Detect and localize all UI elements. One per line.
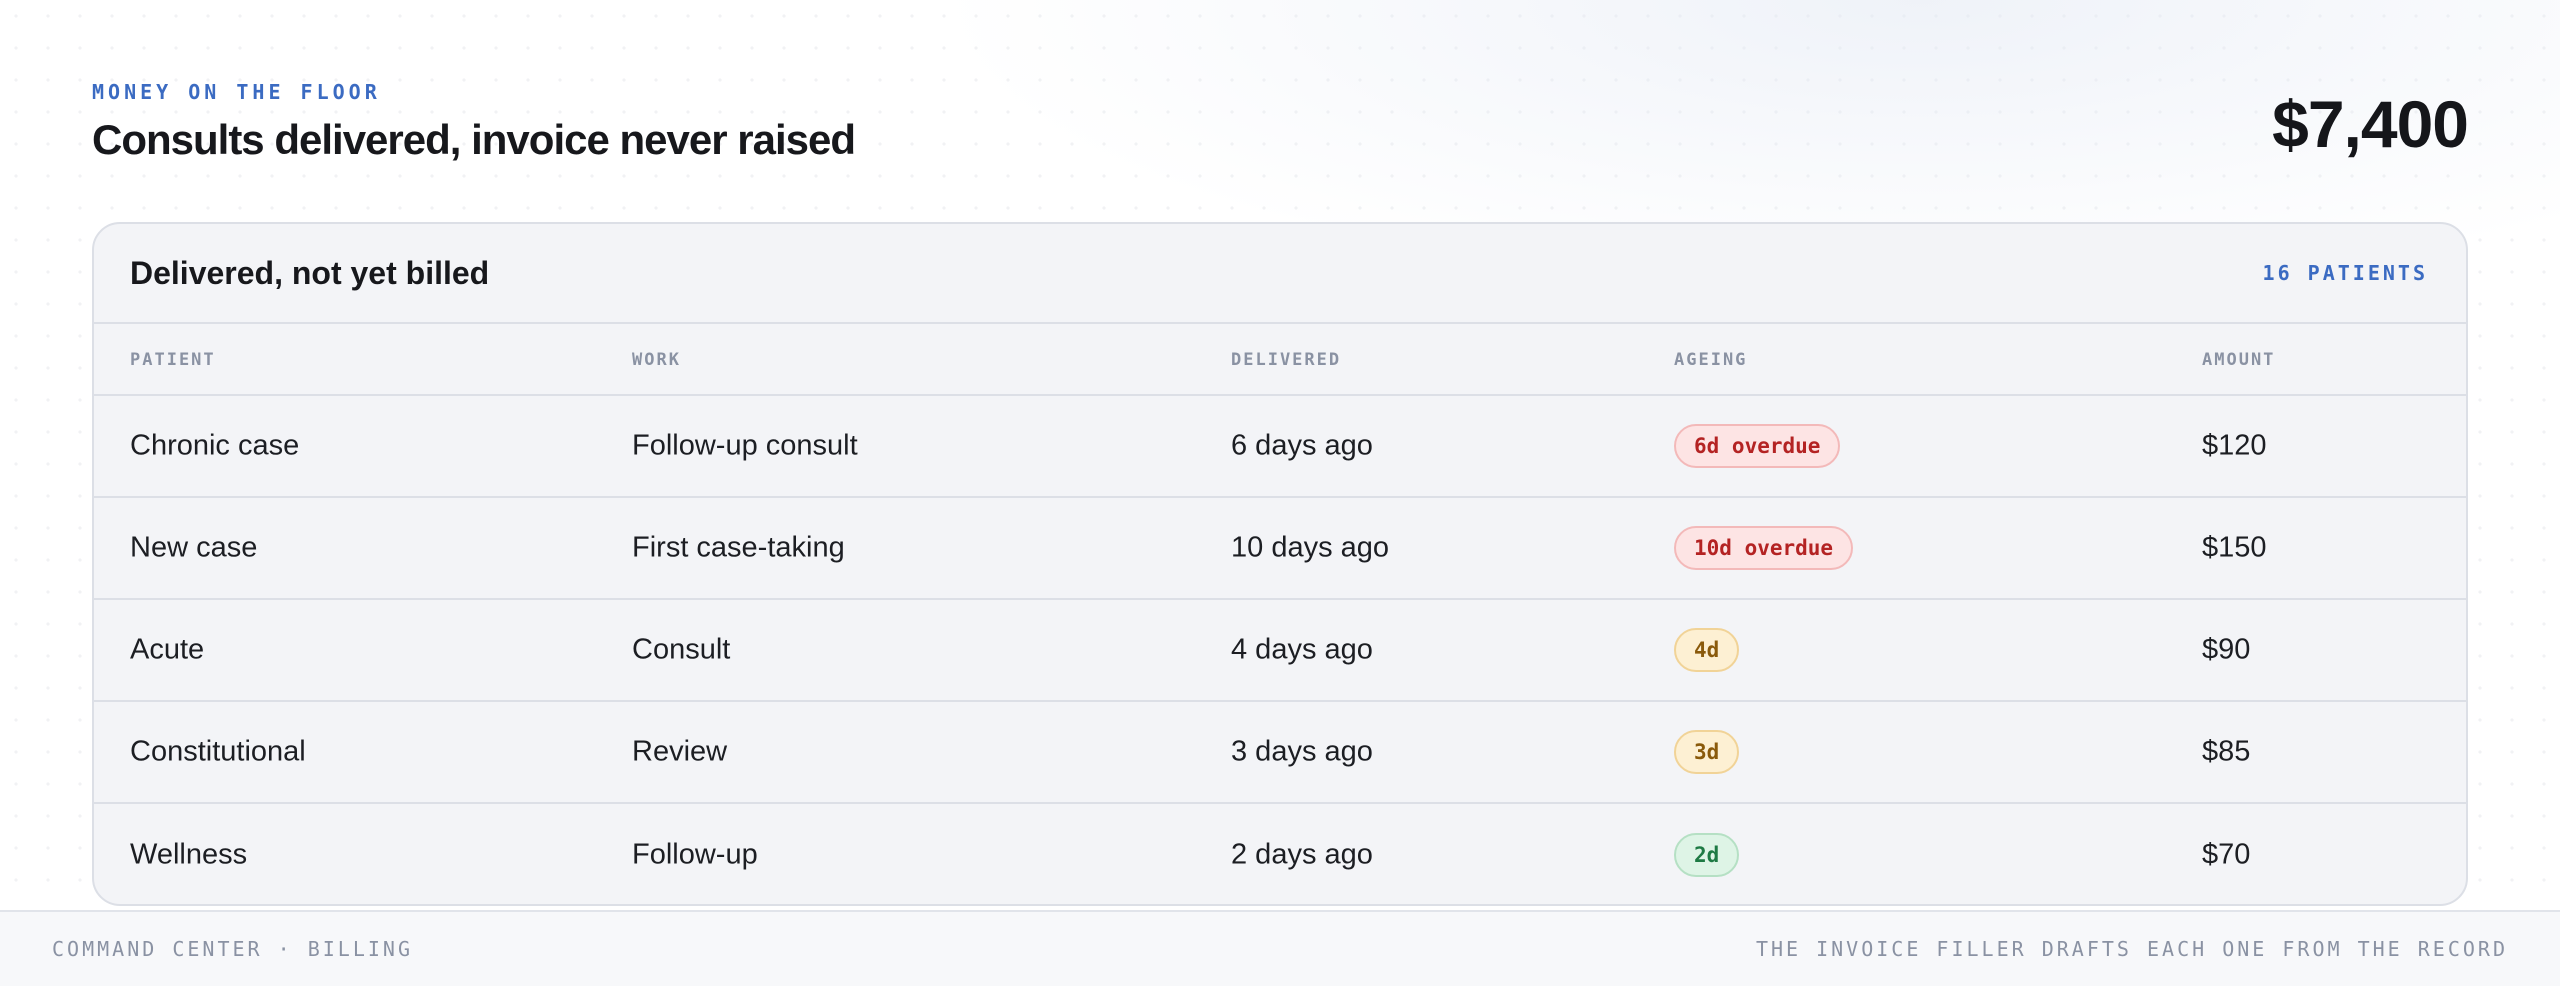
column-header-work: WORK xyxy=(632,350,681,370)
work-cell: Review xyxy=(632,735,728,768)
ageing-cell: 4d xyxy=(1674,628,1740,672)
work-cell: Consult xyxy=(632,633,731,666)
patient-cell: Acute xyxy=(130,633,205,666)
ageing-badge: 2d xyxy=(1674,833,1740,877)
amount-cell: $85 xyxy=(2202,735,2251,768)
patient-cell: Constitutional xyxy=(130,735,306,768)
table-header: PATIENT WORK DELIVERED AGEING AMOUNT xyxy=(94,324,2466,396)
patient-count: 16 PATIENTS xyxy=(2262,261,2428,285)
page-title: Consults delivered, invoice never raised xyxy=(92,116,856,163)
delivered-cell: 10 days ago xyxy=(1231,531,1390,564)
delivered-cell: 6 days ago xyxy=(1231,429,1373,462)
ageing-badge: 4d xyxy=(1674,628,1740,672)
card-header: Delivered, not yet billed 16 PATIENTS xyxy=(94,224,2466,324)
ageing-badge: 10d overdue xyxy=(1674,526,1854,570)
patient-cell: Chronic case xyxy=(130,429,300,462)
ageing-cell: 10d overdue xyxy=(1674,526,1854,570)
eyebrow-label: MONEY ON THE FLOOR xyxy=(92,80,381,104)
ageing-badge: 6d overdue xyxy=(1674,424,1841,468)
footer-left-label: COMMAND CENTER · BILLING xyxy=(52,937,413,961)
ageing-cell: 3d xyxy=(1674,730,1740,774)
footer-right-label: THE INVOICE FILLER DRAFTS EACH ONE FROM … xyxy=(1755,937,2508,961)
amount-cell: $120 xyxy=(2202,429,2267,462)
ageing-cell: 6d overdue xyxy=(1674,424,1841,468)
delivered-cell: 4 days ago xyxy=(1231,633,1373,666)
work-cell: First case-taking xyxy=(632,531,845,564)
column-header-delivered: DELIVERED xyxy=(1231,350,1342,370)
table-row[interactable]: Constitutional Review 3 days ago 3d $85 xyxy=(94,702,2466,804)
table-body: Chronic case Follow-up consult 6 days ag… xyxy=(94,396,2466,904)
ageing-badge: 3d xyxy=(1674,730,1740,774)
page-footer: COMMAND CENTER · BILLING THE INVOICE FIL… xyxy=(0,910,2560,986)
table-row[interactable]: New case First case-taking 10 days ago 1… xyxy=(94,498,2466,600)
column-header-patient: PATIENT xyxy=(130,350,216,370)
work-cell: Follow-up xyxy=(632,838,758,871)
table-row[interactable]: Wellness Follow-up 2 days ago 2d $70 xyxy=(94,804,2466,904)
unbilled-card: Delivered, not yet billed 16 PATIENTS PA… xyxy=(92,222,2468,906)
total-amount: $7,400 xyxy=(2272,87,2469,161)
amount-cell: $70 xyxy=(2202,838,2251,871)
delivered-cell: 2 days ago xyxy=(1231,838,1373,871)
page-header: MONEY ON THE FLOOR Consults delivered, i… xyxy=(92,80,856,164)
work-cell: Follow-up consult xyxy=(632,429,858,462)
card-title: Delivered, not yet billed xyxy=(130,254,490,291)
table-row[interactable]: Acute Consult 4 days ago 4d $90 xyxy=(94,600,2466,702)
patient-cell: New case xyxy=(130,531,258,564)
amount-cell: $90 xyxy=(2202,633,2251,666)
amount-cell: $150 xyxy=(2202,531,2267,564)
ageing-cell: 2d xyxy=(1674,833,1740,877)
delivered-cell: 3 days ago xyxy=(1231,735,1373,768)
column-header-ageing: AGEING xyxy=(1674,350,1748,370)
table-row[interactable]: Chronic case Follow-up consult 6 days ag… xyxy=(94,396,2466,498)
column-header-amount: AMOUNT xyxy=(2202,350,2276,370)
patient-cell: Wellness xyxy=(130,838,248,871)
